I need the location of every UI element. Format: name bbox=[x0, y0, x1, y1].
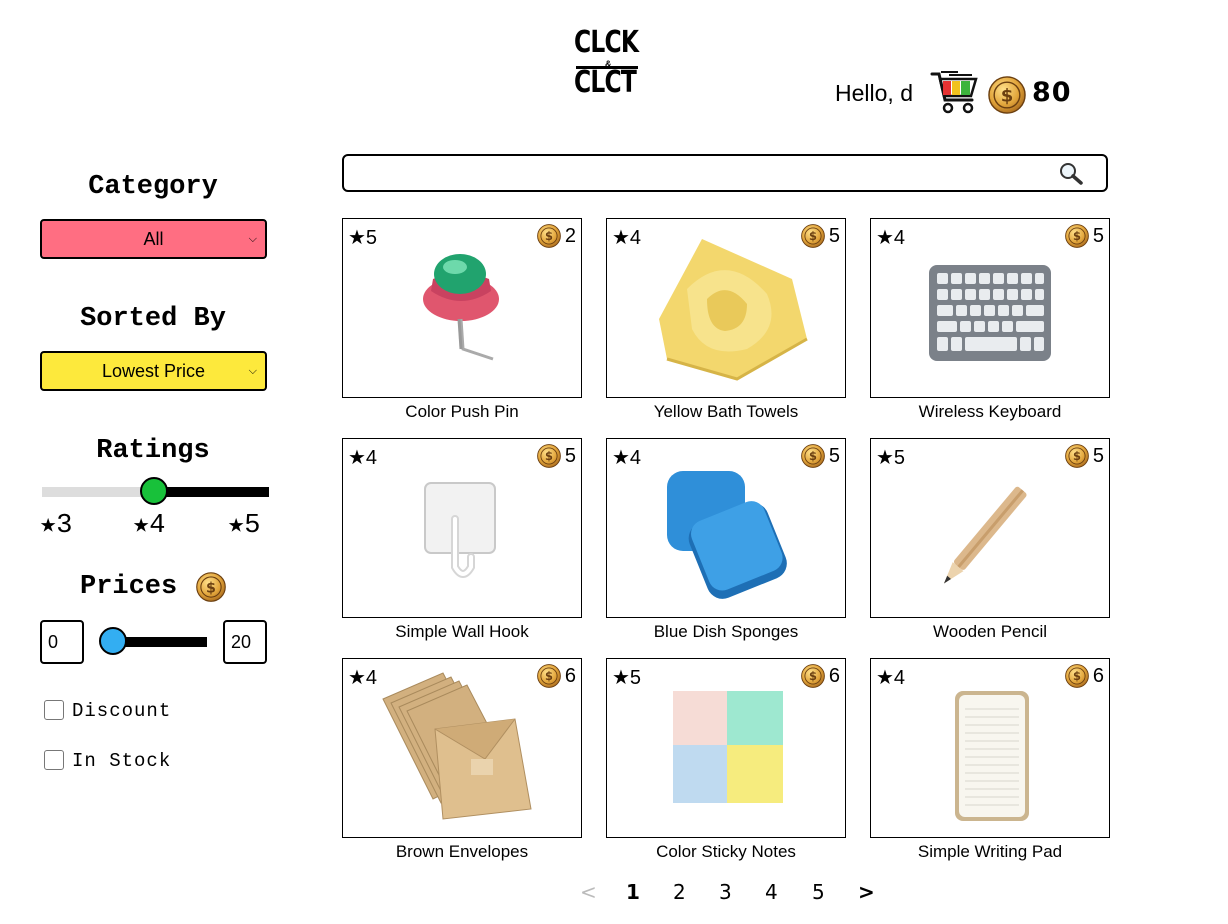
pagination-page-3[interactable]: 3 bbox=[719, 880, 732, 904]
product-name[interactable]: Wooden Pencil bbox=[870, 622, 1110, 642]
product-card-wireless-keyboard[interactable]: ★4 5 bbox=[870, 218, 1110, 398]
search-icon[interactable] bbox=[1058, 161, 1084, 185]
product-price: 6 bbox=[828, 665, 840, 687]
product-rating: ★4 bbox=[612, 227, 642, 249]
price-slider-thumb[interactable] bbox=[99, 627, 127, 655]
prices-heading: Prices bbox=[80, 572, 178, 602]
product-price: 5 bbox=[564, 445, 576, 467]
ratings-slider-thumb[interactable] bbox=[140, 477, 168, 505]
product-name[interactable]: Simple Writing Pad bbox=[870, 842, 1110, 862]
product-rating: ★5 bbox=[876, 447, 906, 469]
coin-icon bbox=[988, 76, 1026, 114]
product-price: 5 bbox=[1092, 445, 1104, 467]
search-input[interactable] bbox=[342, 154, 1108, 192]
ratings-heading: Ratings bbox=[96, 436, 210, 466]
product-rating: ★5 bbox=[612, 667, 642, 689]
product-card-color-push-pin[interactable]: ★5 2 bbox=[342, 218, 582, 398]
product-name[interactable]: Color Sticky Notes bbox=[606, 842, 846, 862]
product-name[interactable]: Brown Envelopes bbox=[342, 842, 582, 862]
chevron-down-icon: ⌵ bbox=[248, 365, 257, 377]
product-price: 5 bbox=[828, 225, 840, 247]
product-card-simple-writing-pad[interactable]: ★4 6 bbox=[870, 658, 1110, 838]
category-select[interactable]: All ⌵ bbox=[40, 219, 267, 259]
rating-label-5: ★5 bbox=[228, 511, 261, 541]
price-min-input[interactable]: 0 bbox=[40, 620, 84, 664]
chevron-down-icon: ⌵ bbox=[248, 233, 257, 245]
coin-icon bbox=[196, 572, 226, 602]
category-select-value: All bbox=[143, 228, 164, 249]
greeting-text: Hello, d bbox=[835, 80, 913, 106]
sorted-by-heading: Sorted By bbox=[80, 304, 226, 334]
pagination-prev[interactable]: < bbox=[580, 880, 597, 904]
discount-label: Discount bbox=[72, 700, 172, 722]
pagination-page-2[interactable]: 2 bbox=[673, 880, 686, 904]
price-slider-track[interactable] bbox=[113, 637, 207, 647]
coin-icon bbox=[1065, 444, 1089, 468]
product-name[interactable]: Blue Dish Sponges bbox=[606, 622, 846, 642]
product-rating: ★4 bbox=[876, 227, 906, 249]
category-heading: Category bbox=[88, 172, 218, 202]
product-price: 5 bbox=[828, 445, 840, 467]
product-name[interactable]: Color Push Pin bbox=[342, 402, 582, 422]
logo[interactable]: CLCK & CLCT bbox=[574, 28, 644, 102]
product-rating: ★4 bbox=[612, 447, 642, 469]
ratings-slider-fill bbox=[154, 487, 269, 497]
discount-checkbox[interactable] bbox=[44, 700, 64, 720]
coin-balance: 80 bbox=[1032, 77, 1072, 108]
sort-select-value: Lowest Price bbox=[101, 360, 206, 381]
product-price: 5 bbox=[1092, 225, 1104, 247]
product-card-yellow-bath-towels[interactable]: ★4 5 bbox=[606, 218, 846, 398]
product-card-blue-dish-sponges[interactable]: ★4 5 bbox=[606, 438, 846, 618]
coin-icon bbox=[537, 664, 561, 688]
sort-select[interactable]: Lowest Price ⌵ bbox=[40, 351, 267, 391]
coin-icon bbox=[801, 664, 825, 688]
in-stock-checkbox[interactable] bbox=[44, 750, 64, 770]
pagination-page-5[interactable]: 5 bbox=[812, 880, 825, 904]
product-price: 6 bbox=[564, 665, 576, 687]
product-rating: ★4 bbox=[348, 667, 378, 689]
product-card-simple-wall-hook[interactable]: ★4 5 bbox=[342, 438, 582, 618]
product-name[interactable]: Wireless Keyboard bbox=[870, 402, 1110, 422]
product-name[interactable]: Yellow Bath Towels bbox=[606, 402, 846, 422]
coin-icon bbox=[537, 444, 561, 468]
in-stock-label: In Stock bbox=[72, 750, 172, 772]
product-rating: ★4 bbox=[876, 667, 906, 689]
rating-label-3: ★3 bbox=[40, 511, 73, 541]
product-rating: ★4 bbox=[348, 447, 378, 469]
coin-icon bbox=[537, 224, 561, 248]
logo-line2: CLCT bbox=[574, 65, 637, 100]
coin-icon bbox=[801, 444, 825, 468]
coin-icon bbox=[1065, 224, 1089, 248]
product-card-brown-envelopes[interactable]: ★4 6 bbox=[342, 658, 582, 838]
price-max-input[interactable]: 20 bbox=[223, 620, 267, 664]
rating-label-4: ★4 bbox=[133, 511, 166, 541]
cart-icon[interactable] bbox=[930, 70, 978, 116]
product-card-color-sticky-notes[interactable]: ★5 6 bbox=[606, 658, 846, 838]
product-card-wooden-pencil[interactable]: ★5 5 bbox=[870, 438, 1110, 618]
product-name[interactable]: Simple Wall Hook bbox=[342, 622, 582, 642]
product-price: 6 bbox=[1092, 665, 1104, 687]
product-price: 2 bbox=[564, 225, 576, 247]
logo-line1: CLCK bbox=[574, 25, 639, 60]
coin-icon bbox=[801, 224, 825, 248]
pagination-page-1[interactable]: 1 bbox=[626, 880, 640, 904]
pagination-next[interactable]: > bbox=[858, 880, 875, 904]
coin-icon bbox=[1065, 664, 1089, 688]
product-rating: ★5 bbox=[348, 227, 378, 249]
pagination-page-4[interactable]: 4 bbox=[765, 880, 778, 904]
